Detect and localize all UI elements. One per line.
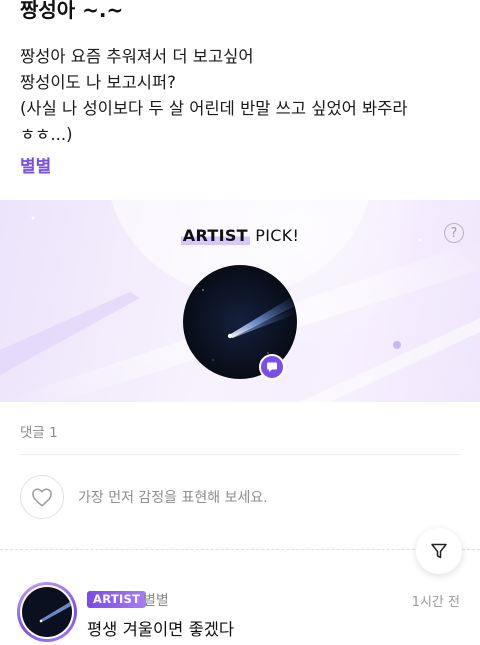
post-line: ㅎㅎ...) — [20, 125, 73, 144]
chat-bubble-icon — [259, 354, 285, 380]
night-sky-thumbnail — [22, 587, 72, 637]
comment-author[interactable]: 별별 — [143, 590, 169, 610]
comment-text: 평생 겨울이면 좋겠다 — [87, 620, 235, 639]
post-title: 짱성아 ~.~ — [20, 0, 124, 22]
post-line: 짱성이도 나 보고시퍼? — [20, 73, 176, 92]
artist-pick-title: ARTIST PICK! — [0, 226, 480, 245]
post-author-link[interactable]: 별별 — [20, 152, 51, 177]
post-line: (사실 나 성이보다 두 살 어린데 반말 쓰고 싶었어 봐주라 — [20, 99, 408, 118]
comment-count: 댓글 1 — [20, 425, 58, 441]
divider — [0, 549, 480, 550]
filter-button[interactable] — [416, 528, 462, 574]
comment-avatar[interactable] — [17, 582, 77, 642]
filter-funnel-icon — [431, 543, 447, 559]
heart-outline-icon[interactable] — [20, 475, 64, 519]
post-body: 짱성아 요즘 추워져서 더 보고싶어 짱성이도 나 보고시퍼? (사실 나 성이… — [20, 44, 460, 148]
comment-timestamp: 1시간 전 — [411, 595, 460, 610]
post-line: 짱성아 요즘 추워져서 더 보고싶어 — [20, 47, 254, 66]
help-icon[interactable]: ? — [444, 223, 464, 243]
divider — [20, 454, 460, 455]
artist-badge: ARTIST — [87, 591, 147, 608]
artist-pick-suffix: PICK! — [249, 226, 300, 245]
reaction-prompt[interactable]: 가장 먼저 감정을 표현해 보세요. — [78, 487, 268, 507]
artist-pick-highlight: ARTIST — [180, 226, 250, 245]
